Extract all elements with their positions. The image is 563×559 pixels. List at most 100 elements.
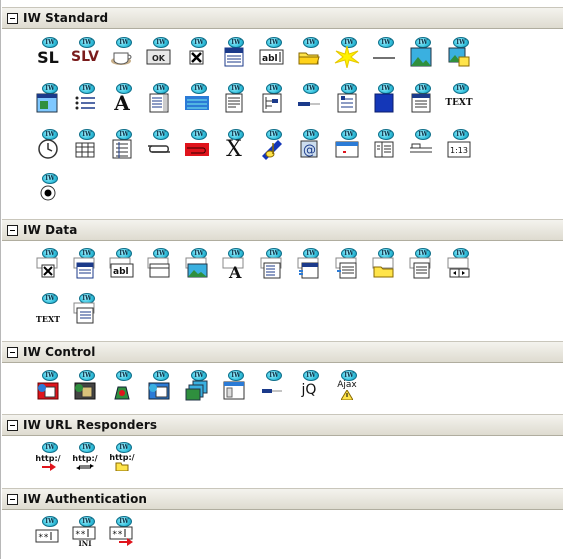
component-db-radiogroup[interactable]: IW [70, 293, 102, 325]
image-file-icon [444, 46, 474, 68]
db-lookup-combo-icon [294, 257, 324, 279]
collapse-icon[interactable] [7, 419, 18, 431]
component-control-5[interactable]: IW [182, 370, 214, 402]
component-radiobutton[interactable]: IW [33, 173, 65, 205]
component-label[interactable]: IW A [107, 83, 139, 115]
component-control-1[interactable]: IW [33, 370, 65, 402]
component-flash[interactable]: IW [332, 37, 364, 69]
component-db-image[interactable]: IW [182, 248, 214, 280]
component-grid[interactable]: IW [70, 129, 102, 161]
component-region[interactable]: IW [406, 83, 438, 115]
image-icon [406, 46, 436, 68]
collapse-icon[interactable] [7, 346, 18, 358]
component-tree-grid[interactable]: IW [107, 129, 139, 161]
component-listbox[interactable]: IW [144, 83, 176, 115]
component-list[interactable]: IW [70, 83, 102, 115]
component-control-7[interactable]: IW [257, 370, 289, 402]
control-globe-icon [33, 379, 63, 401]
component-link[interactable]: IW [144, 129, 176, 161]
component-radiogroup[interactable]: IW [332, 83, 364, 115]
collapse-icon[interactable] [7, 12, 18, 24]
component-control-3[interactable]: IW [107, 370, 139, 402]
component-menu[interactable]: IW [182, 83, 214, 115]
component-db-file[interactable]: IW [369, 248, 401, 280]
component-hrule[interactable]: IW [369, 37, 401, 69]
x-letter: X [226, 136, 242, 162]
radio-button-icon [33, 182, 63, 204]
tab-control-icon [406, 138, 436, 160]
component-ajax[interactable]: IW Ajax [332, 370, 364, 402]
component-tabcontrol[interactable]: IW [406, 129, 438, 161]
component-control-2[interactable]: IW [70, 370, 102, 402]
component-jquery[interactable]: IW jQ [294, 370, 326, 402]
component-url-responder-rest[interactable]: IW http:/ [70, 442, 102, 474]
component-control-6[interactable]: IW [219, 370, 251, 402]
combobox-icon [219, 46, 249, 68]
component-db-navigator[interactable]: IW [444, 248, 476, 280]
component-rectangle[interactable]: IW [369, 83, 401, 115]
control-bag-icon [107, 379, 137, 401]
component-image-file[interactable]: IW [444, 37, 476, 69]
component-db-lookup-combo[interactable]: IW [294, 248, 326, 280]
component-auth-redirect[interactable]: IW ** [107, 516, 139, 548]
component-splitter[interactable]: IW [369, 129, 401, 161]
component-file[interactable]: IW [294, 37, 326, 69]
component-sl[interactable]: IW SL [33, 37, 65, 69]
component-coffee[interactable]: IW [107, 37, 139, 69]
control-form-icon [70, 379, 100, 401]
menu-bar-icon [182, 92, 212, 114]
component-url[interactable]: IW [182, 129, 214, 161]
component-image-map[interactable]: IW [33, 83, 65, 115]
component-db-checkbox[interactable]: IW [33, 248, 65, 280]
http-label: http:/ [109, 453, 135, 462]
db-radio-group-icon [70, 302, 100, 324]
collapse-icon[interactable] [7, 493, 18, 505]
component-db-memo[interactable]: IW [406, 248, 438, 280]
category-header-iw-control[interactable]: IW Control [2, 341, 563, 363]
component-memo[interactable]: IW [219, 83, 251, 115]
component-db-text[interactable]: IW TEXT [33, 293, 65, 325]
component-popup[interactable]: IW [332, 129, 364, 161]
component-db-grid[interactable]: IW [144, 248, 176, 280]
category-title: IW URL Responders [23, 418, 158, 432]
component-db-edit[interactable]: IW abl [107, 248, 139, 280]
component-email[interactable]: IW @ [294, 129, 326, 161]
component-text[interactable]: IW TEXT [444, 83, 476, 115]
component-combobox[interactable]: IW [219, 37, 251, 69]
component-timer[interactable]: IW [33, 129, 65, 161]
component-treeview[interactable]: IW [257, 83, 289, 115]
component-progress[interactable]: IW [294, 83, 326, 115]
category-header-iw-url-responders[interactable]: IW URL Responders [2, 414, 563, 436]
svg-text:**: ** [75, 530, 86, 540]
category-header-iw-data[interactable]: IW Data [2, 219, 563, 241]
component-checkbox[interactable]: IW [182, 37, 214, 69]
component-url-responder-file[interactable]: IW http:/ [107, 442, 139, 474]
component-edit[interactable]: IW abl [257, 37, 289, 69]
text-label: TEXT [445, 98, 473, 108]
component-auth-ini[interactable]: IW ** INI [70, 516, 102, 548]
category-header-iw-standard[interactable]: IW Standard [2, 7, 563, 29]
component-music[interactable]: IW [257, 129, 289, 161]
component-control-4[interactable]: IW [144, 370, 176, 402]
component-auth-list[interactable]: IW ** [33, 516, 65, 548]
component-time-grid[interactable]: IW 1:13 [444, 129, 476, 161]
red-arrow-icon [42, 462, 56, 471]
component-db-combobox[interactable]: IW [70, 248, 102, 280]
component-db-listbox[interactable]: IW [257, 248, 289, 280]
list-icon [70, 92, 100, 114]
component-db-label[interactable]: IW A [219, 248, 251, 280]
time-grid-icon: 1:13 [444, 138, 474, 160]
label-letter: A [114, 91, 130, 115]
category-title: IW Standard [23, 11, 109, 25]
component-button[interactable]: IW OK [144, 37, 176, 69]
collapse-icon[interactable] [7, 224, 18, 236]
component-slv[interactable]: IW SLV [70, 37, 102, 69]
memo-icon [219, 92, 249, 114]
component-db-lookup-list[interactable]: IW [332, 248, 364, 280]
tree-grid-icon [107, 138, 137, 160]
component-x-label[interactable]: IW X [219, 129, 251, 162]
category-header-iw-authentication[interactable]: IW Authentication [2, 488, 563, 510]
component-url-responder-redirect[interactable]: IW http:/ [33, 442, 65, 474]
ini-label: INI [78, 538, 92, 548]
component-image[interactable]: IW [406, 37, 438, 69]
